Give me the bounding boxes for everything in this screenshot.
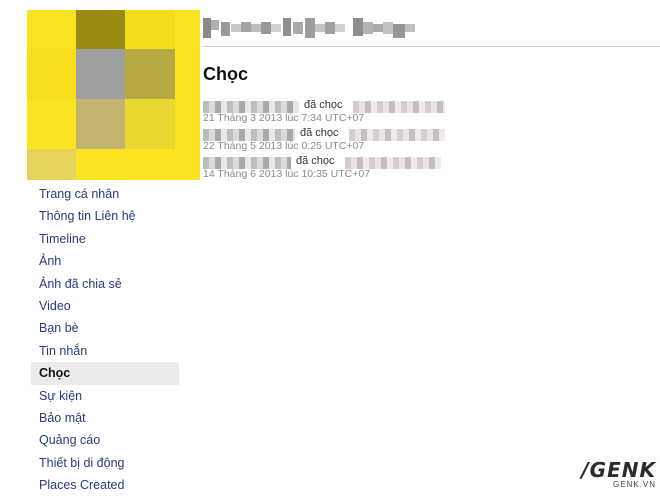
avatar-pixel	[76, 49, 125, 99]
sidebar-item-shared-photos[interactable]: Ảnh đã chia sẻ	[31, 273, 179, 295]
genk-watermark: /GENK GENK.VN	[581, 460, 656, 489]
sidebar-item-friends[interactable]: Bạn bè	[31, 317, 179, 339]
poke-list: đã chọc 21 Tháng 3 2013 lúc 7:34 UTC+07 …	[203, 98, 463, 182]
poke-timestamp: 14 Tháng 6 2013 lúc 10:35 UTC+07	[203, 168, 371, 180]
profile-name-blurred	[203, 12, 418, 42]
sidebar-item-timeline[interactable]: Timeline	[31, 228, 179, 250]
sidebar-item-profile[interactable]: Trang cá nhân	[31, 183, 179, 205]
avatar-pixel	[27, 10, 76, 49]
poke-verb: đã chọc	[304, 99, 343, 111]
poke-timestamp: 21 Tháng 3 2013 lúc 7:34 UTC+07	[203, 112, 365, 124]
sidebar-item-messages[interactable]: Tin nhắn	[31, 340, 179, 362]
sidebar-item-events[interactable]: Sự kiện	[31, 385, 179, 407]
sidebar-item-pokes[interactable]: Chọc	[31, 362, 179, 385]
avatar-pixel	[175, 10, 200, 49]
genk-logo: /GENK	[581, 458, 656, 482]
poke-entry: đã chọc 21 Tháng 3 2013 lúc 7:34 UTC+07	[203, 98, 463, 126]
header-divider	[203, 46, 660, 47]
avatar-pixel	[76, 99, 125, 149]
poke-timestamp: 22 Tháng 5 2013 lúc 0:25 UTC+07	[203, 140, 365, 152]
poke-entry: đã chọc 14 Tháng 6 2013 lúc 10:35 UTC+07	[203, 154, 463, 182]
sidebar-item-videos[interactable]: Video	[31, 295, 179, 317]
page-title: Chọc	[203, 64, 248, 84]
sidebar-item-mobile-devices[interactable]: Thiết bị di động	[31, 452, 179, 474]
poked-name-blurred[interactable]	[353, 101, 445, 113]
sidebar-nav: Trang cá nhân Thông tin Liên hệ Timeline…	[31, 183, 179, 496]
avatar-pixel	[27, 49, 76, 99]
avatar-pixel	[76, 149, 125, 180]
avatar-pixel	[175, 149, 200, 180]
avatar-pixel	[175, 99, 200, 149]
avatar-pixel	[27, 99, 76, 149]
poke-verb: đã chọc	[296, 155, 335, 167]
poke-verb: đã chọc	[300, 127, 339, 139]
poke-entry: đã chọc 22 Tháng 5 2013 lúc 0:25 UTC+07	[203, 126, 463, 154]
sidebar-item-ads[interactable]: Quảng cáo	[31, 429, 179, 451]
avatar-pixel	[125, 10, 175, 49]
avatar-pixel	[125, 149, 175, 180]
avatar-pixel	[125, 99, 175, 149]
sidebar-item-places-created[interactable]: Places Created	[31, 474, 179, 496]
avatar-pixel	[125, 49, 175, 99]
avatar-pixel	[76, 10, 125, 49]
avatar-pixel	[27, 149, 76, 180]
sidebar-item-photos[interactable]: Ảnh	[31, 250, 179, 272]
avatar-pixel	[175, 49, 200, 99]
sidebar-item-contact-info[interactable]: Thông tin Liên hệ	[31, 205, 179, 227]
profile-picture	[27, 10, 200, 180]
sidebar-item-security[interactable]: Bảo mật	[31, 407, 179, 429]
